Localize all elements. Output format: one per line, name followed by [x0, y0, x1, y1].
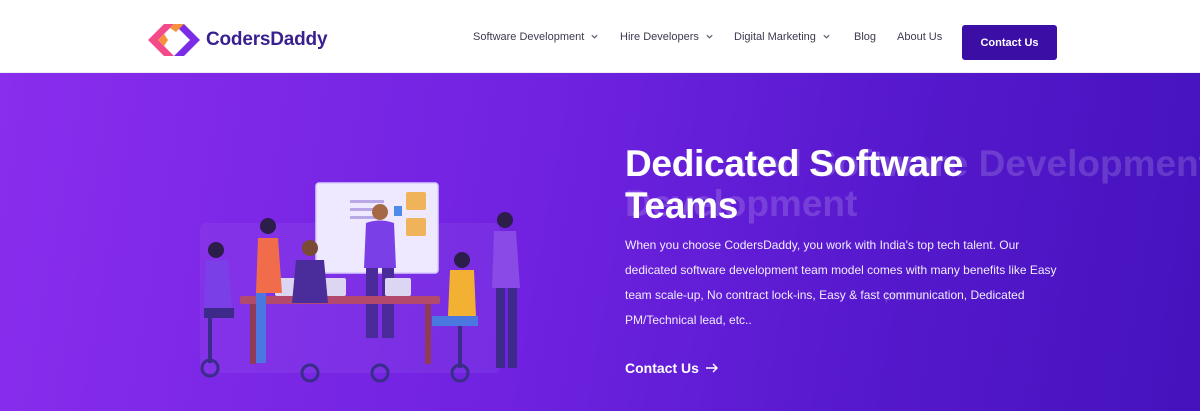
chevron-down-icon: [591, 34, 598, 39]
logo-icon: [148, 24, 200, 56]
hero-contact-us-link[interactable]: Contact Us: [625, 360, 719, 376]
chevron-down-icon: [706, 34, 713, 39]
nav-label: Hire Developers: [620, 30, 699, 43]
nav-about-us[interactable]: About Us: [897, 0, 942, 73]
site-header: CodersDaddy Software Development Hire De…: [0, 0, 1200, 73]
nav-label: Software Development: [473, 30, 585, 43]
nav-hire-developers[interactable]: Hire Developers: [620, 0, 714, 73]
hero-contact-us-label: Contact Us: [625, 360, 699, 376]
team-meeting-illustration: [200, 182, 520, 383]
nav-label: Digital Marketing: [734, 30, 816, 43]
nav-label: Blog: [854, 30, 877, 43]
nav-blog[interactable]: Blog: [854, 0, 876, 73]
hero-title: Dedicated Software Teams: [625, 143, 963, 226]
chevron-down-icon: [823, 34, 830, 39]
nav-digital-marketing[interactable]: Digital Marketing: [734, 0, 831, 73]
contact-us-button[interactable]: Contact Us: [962, 25, 1057, 60]
hero-description: When you choose CodersDaddy, you work wi…: [625, 238, 1057, 327]
nav-software-development[interactable]: Software Development: [473, 0, 599, 73]
nav-label: About Us: [897, 30, 943, 43]
hero-section: Dedicated Software Development Developme…: [0, 73, 1200, 411]
arrow-right-icon: [705, 363, 718, 373]
logo[interactable]: CodersDaddy: [146, 22, 328, 58]
logo-text: CodersDaddy: [206, 29, 328, 50]
